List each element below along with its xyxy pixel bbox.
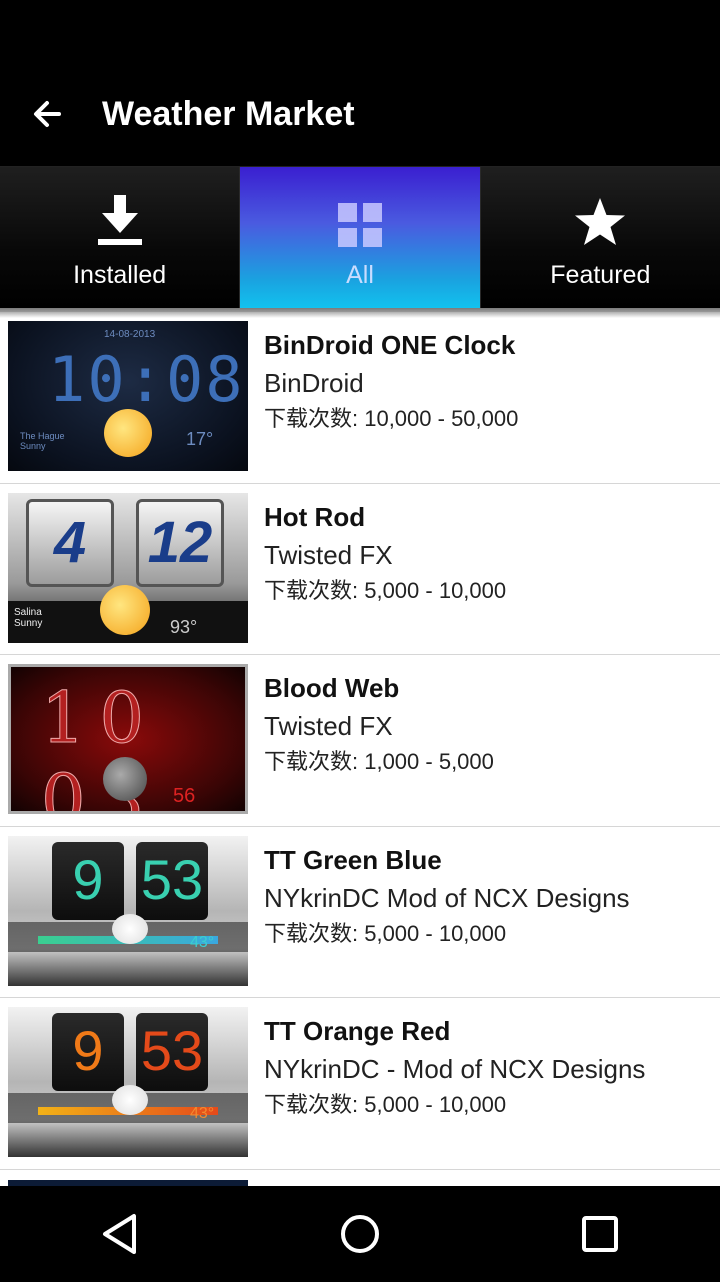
item-name: BinDroid ONE Clock — [264, 330, 516, 360]
item-info: Blood Web Twisted FX 下载次数: 1,000 - 5,000 — [264, 664, 494, 778]
item-info: Hot Rod Twisted FX 下载次数: 5,000 - 10,000 — [264, 493, 506, 607]
recents-square-icon — [582, 1216, 618, 1252]
item-name: Hot Rod — [264, 501, 366, 532]
thumbnail-hour: 4 — [26, 498, 114, 587]
status-bar — [0, 0, 720, 62]
tab-featured[interactable]: Featured — [480, 167, 720, 308]
back-button[interactable] — [0, 62, 94, 166]
theme-thumbnail: 4 12 Salina Sunny 93° — [8, 492, 248, 643]
item-name: TT Orange Red — [264, 1016, 451, 1046]
list-item[interactable]: 9 53 43° TT Orange Red NYkrinDC - Mod of… — [0, 998, 720, 1170]
item-downloads: 下载次数: 10,000 - 50,000 — [264, 406, 519, 431]
nav-back-button[interactable] — [60, 1186, 180, 1282]
item-name: Blood Web — [264, 673, 400, 703]
list-item[interactable]: 10 03 56 Blood Web Twisted FX 下载次数: 1,00… — [0, 655, 720, 827]
home-circle-icon — [341, 1215, 379, 1253]
item-downloads: 下载次数: 5,000 - 10,000 — [264, 920, 507, 946]
list-item[interactable] — [0, 1170, 720, 1186]
cloud-icon — [112, 1085, 148, 1115]
list-item[interactable]: 14-08-2013 10:08 The Hague Sunny 17° Bin… — [0, 312, 720, 484]
thumbnail-city: Salina Sunny — [14, 606, 43, 629]
tab-label: Installed — [73, 261, 167, 289]
theme-thumbnail: 9 53 43° — [8, 1007, 248, 1157]
sun-icon — [104, 409, 152, 457]
page-title: Weather Market — [102, 94, 355, 133]
item-downloads: 下载次数: 5,000 - 10,000 — [264, 577, 507, 603]
thumbnail-time: 10 03 — [41, 677, 159, 814]
thumbnail-time: 10:08 — [48, 343, 245, 416]
item-downloads: 下载次数: 5,000 - 10,000 — [264, 1092, 507, 1117]
theme-list[interactable]: 14-08-2013 10:08 The Hague Sunny 17° Bin… — [0, 308, 720, 1186]
thumbnail-hour: 9 — [52, 1013, 124, 1091]
item-downloads: 下载次数: 1,000 - 5,000 — [264, 749, 494, 774]
thumbnail-temp: 17° — [186, 429, 214, 449]
nav-home-button[interactable] — [300, 1186, 420, 1282]
grid-icon — [337, 185, 382, 247]
item-info: TT Orange Red NYkrinDC - Mod of NCX Desi… — [264, 1007, 645, 1121]
thumbnail-date: 14-08-2013 — [104, 329, 156, 340]
back-triangle-icon — [103, 1214, 136, 1254]
arrow-left-icon — [34, 101, 61, 127]
theme-thumbnail: 10 03 56 — [8, 664, 248, 814]
item-info: BinDroid ONE Clock BinDroid 下载次数: 10,000… — [264, 321, 518, 435]
system-nav-bar — [0, 1186, 720, 1282]
item-author: NYkrinDC - Mod of NCX Designs — [264, 1054, 646, 1084]
thumbnail-minute: 12 — [136, 498, 224, 587]
item-author: Twisted FX — [264, 539, 393, 570]
thumbnail-temp: 43° — [190, 933, 215, 951]
thumbnail-temp: 93° — [170, 616, 198, 637]
thumbnail-hour: 9 — [52, 841, 124, 920]
item-author: BinDroid — [264, 368, 364, 398]
thumbnail-city: The Hague Sunny — [20, 431, 65, 451]
theme-thumbnail: 9 53 43° — [8, 835, 248, 986]
app-bar: Weather Market — [0, 62, 720, 166]
tab-all[interactable]: All — [240, 167, 480, 308]
tab-label: All — [346, 261, 374, 289]
thumbnail-minute: 53 — [136, 841, 208, 920]
cloud-icon — [112, 913, 148, 944]
moon-icon — [103, 757, 147, 801]
tab-bar: Installed All Featured — [0, 166, 720, 308]
item-name: TT Green Blue — [264, 844, 442, 875]
item-author: NYkrinDC Mod of NCX Designs — [264, 882, 630, 913]
sun-icon — [100, 584, 150, 635]
star-icon — [574, 185, 626, 247]
tab-label: Featured — [550, 261, 651, 289]
download-icon — [96, 185, 144, 247]
thumbnail-minute: 53 — [136, 1013, 208, 1091]
item-info: TT Green Blue NYkrinDC Mod of NCX Design… — [264, 836, 630, 950]
list-item[interactable]: 9 53 43° TT Green Blue NYkrinDC Mod of N… — [0, 827, 720, 998]
tab-installed[interactable]: Installed — [0, 167, 240, 308]
theme-thumbnail: 14-08-2013 10:08 The Hague Sunny 17° — [8, 321, 248, 471]
item-author: Twisted FX — [264, 711, 393, 741]
thumbnail-temp: 43° — [190, 1105, 215, 1122]
nav-recents-button[interactable] — [540, 1186, 660, 1282]
thumbnail-temp: 56 — [173, 785, 196, 807]
list-item[interactable]: 4 12 Salina Sunny 93° Hot Rod Twisted FX… — [0, 484, 720, 655]
